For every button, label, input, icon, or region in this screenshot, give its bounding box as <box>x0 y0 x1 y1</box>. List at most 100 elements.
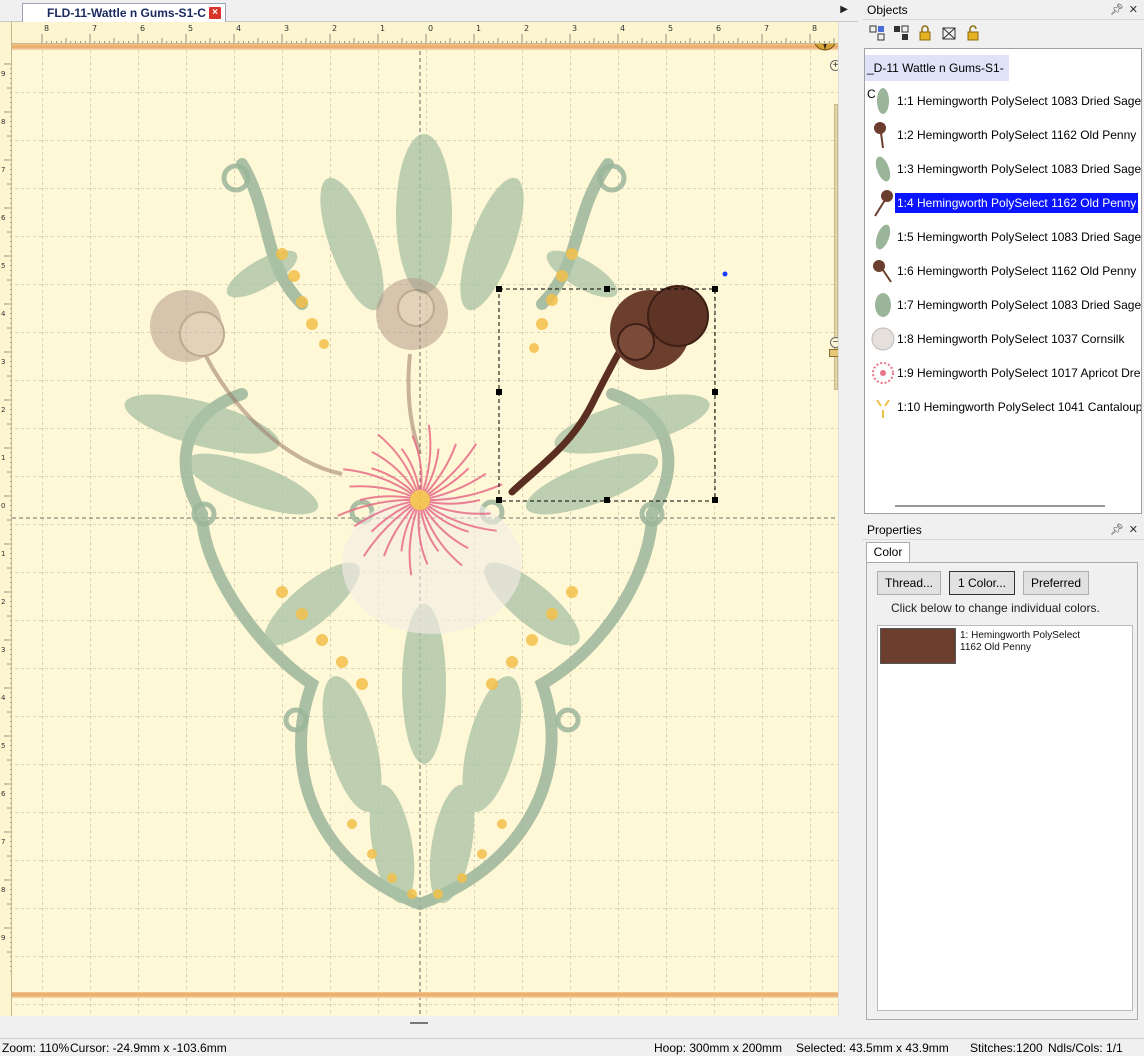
thread-button[interactable]: Thread... <box>877 571 941 595</box>
object-item[interactable]: 1:7 Hemingworth PolySelect 1083 Dried Sa… <box>871 289 1141 321</box>
object-item[interactable]: 1:1 Hemingworth PolySelect 1083 Dried Sa… <box>871 85 1141 117</box>
hoop-edge-top <box>12 44 838 50</box>
leaf-icon <box>877 88 889 114</box>
selection-handle[interactable] <box>604 497 610 503</box>
one-color-button[interactable]: 1 Color... <box>949 571 1015 595</box>
selection-handle[interactable] <box>496 286 502 292</box>
ruler-label: 7 <box>92 24 97 33</box>
object-item-selected[interactable]: 1:4 Hemingworth PolySelect 1162 Old Penn… <box>871 187 1141 219</box>
objects-pane-title: Objects 📌︎ ✕ <box>862 0 1144 20</box>
object-item[interactable]: 1:8 Hemingworth PolySelect 1037 Cornsilk <box>871 323 1141 355</box>
zoom-slider-thumb[interactable] <box>829 349 838 357</box>
color-properties: Thread... 1 Color... Preferred Click bel… <box>866 562 1138 1020</box>
document-tab-label: FLD-11-Wattle n Gums-S1-C * <box>47 6 214 20</box>
ruler-label: 9 <box>1 934 5 942</box>
document-area: FLD-11-Wattle n Gums-S1-C * × ▶ 8 7 6 5 4 3 2 1… <box>0 0 860 1038</box>
status-bar: Zoom: 110% Cursor: -24.9mm x -103.6mm Ho… <box>0 1038 1144 1056</box>
object-item-label: 1:2 Hemingworth PolySelect 1162 Old Penn… <box>897 128 1137 142</box>
object-item[interactable]: 1:6 Hemingworth PolySelect 1162 Old Penn… <box>871 255 1141 287</box>
wattle-icon <box>876 399 890 418</box>
rotate-handle[interactable] <box>722 271 728 277</box>
object-item[interactable]: 1:9 Hemingworth PolySelect 1017 Apricot … <box>871 357 1142 389</box>
unlock-icon[interactable] <box>964 24 982 42</box>
compass-icon[interactable]: N <box>812 44 838 52</box>
ruler-label: 5 <box>1 742 5 750</box>
color-hint: Click below to change individual colors. <box>891 601 1100 615</box>
ruler-label: 4 <box>620 24 625 33</box>
pin-icon[interactable]: 📌︎ <box>1110 520 1124 540</box>
close-icon[interactable]: × <box>209 7 221 19</box>
chevron-right-icon[interactable]: ▶ <box>840 4 848 15</box>
ruler-label: 3 <box>1 358 5 366</box>
objects-pane-title-label: Objects <box>867 3 908 17</box>
close-icon[interactable]: ✕ <box>1129 520 1138 540</box>
status-selected: Selected: 43.5mm x 43.9mm <box>796 1041 949 1055</box>
ruler-vertical: 9 8 7 6 5 4 3 2 1 0 1 2 3 4 5 6 7 8 9 <box>0 22 12 1016</box>
properties-pane: Properties 📌︎ ✕ Color Thread... 1 Color.… <box>862 520 1144 1038</box>
objects-tree[interactable]: _D-11 Wattle n Gums-S1-C 1:1 Hemingworth… <box>864 48 1142 514</box>
ruler-label: 3 <box>1 646 5 654</box>
pin-icon[interactable]: 📌︎ <box>1110 0 1124 20</box>
color-thread-line: 1: Hemingworth PolySelect <box>960 630 1081 641</box>
ruler-label: 0 <box>1 502 5 510</box>
properties-pane-title-label: Properties <box>867 523 922 537</box>
objects-scrollbar[interactable] <box>895 505 1105 507</box>
hide-icon[interactable] <box>940 24 958 42</box>
design-drawing[interactable] <box>12 44 838 1016</box>
horizontal-scrollbar[interactable] <box>0 1016 858 1038</box>
status-cursor: Cursor: -24.9mm x -103.6mm <box>70 1041 227 1055</box>
color-list[interactable]: 1: Hemingworth PolySelect 1162 Old Penny <box>877 625 1133 1011</box>
gumnut-icon <box>874 190 893 217</box>
ruler-label: 3 <box>572 24 577 33</box>
color-swatch-label: 1: Hemingworth PolySelect 1162 Old Penny <box>960 630 1130 654</box>
object-item[interactable]: 1:2 Hemingworth PolySelect 1162 Old Penn… <box>871 119 1141 151</box>
selection-handle[interactable] <box>712 389 718 395</box>
group-icon[interactable] <box>868 24 886 42</box>
selection-handle[interactable] <box>496 389 502 395</box>
color-thread-name: 1162 Old Penny <box>960 642 1031 653</box>
object-item[interactable]: 1:10 Hemingworth PolySelect 1041 Cantalo… <box>871 391 1141 423</box>
ruler-label: 6 <box>1 214 6 222</box>
ungroup-icon[interactable] <box>892 24 910 42</box>
ruler-label: 8 <box>1 886 5 894</box>
ruler-label: 6 <box>1 790 6 798</box>
ruler-label: 6 <box>716 24 721 33</box>
selection-handle[interactable] <box>604 286 610 292</box>
ruler-label: 7 <box>1 838 5 846</box>
preferred-button[interactable]: Preferred <box>1023 571 1089 595</box>
design-canvas[interactable]: + − N <box>12 44 838 1016</box>
objects-pane: Objects 📌︎ ✕ _D-11 Wattle n Gums-S1-C 1:… <box>862 0 1144 516</box>
close-icon[interactable]: ✕ <box>1129 0 1138 20</box>
document-tab[interactable]: FLD-11-Wattle n Gums-S1-C * × <box>22 3 226 22</box>
object-item-label: 1:9 Hemingworth PolySelect 1017 Apricot … <box>897 366 1142 380</box>
ruler-horizontal: 8 7 6 5 4 3 2 1 0 1 2 3 4 5 6 7 8 <box>12 22 838 44</box>
ruler-label: 2 <box>524 24 529 33</box>
zoom-out-icon[interactable]: − <box>830 337 838 348</box>
properties-tabs: Color <box>862 540 1144 562</box>
properties-pane-title: Properties 📌︎ ✕ <box>862 520 1144 540</box>
object-item[interactable]: 1:3 Hemingworth PolySelect 1083 Dried Sa… <box>871 153 1142 185</box>
hoop-edge-bottom <box>12 992 838 998</box>
scroll-grip[interactable] <box>410 1022 428 1024</box>
object-item-label: 1:3 Hemingworth PolySelect 1083 Dried Sa… <box>897 162 1142 176</box>
zoom-in-icon[interactable]: + <box>830 60 838 71</box>
document-tabbar: FLD-11-Wattle n Gums-S1-C * × ▶ <box>0 0 858 22</box>
color-swatch[interactable] <box>880 628 956 664</box>
lock-icon[interactable] <box>916 24 934 42</box>
vertical-scrollbar[interactable] <box>838 22 858 1016</box>
leaf-icon <box>875 224 891 250</box>
objects-tree-root[interactable]: _D-11 Wattle n Gums-S1-C <box>865 55 1009 101</box>
object-item[interactable]: 1:5 Hemingworth PolySelect 1083 Dried Sa… <box>871 221 1141 253</box>
selection-handle[interactable] <box>712 286 718 292</box>
ruler-horizontal-ticks: 8 7 6 5 4 3 2 1 0 1 2 3 4 5 6 7 8 <box>41 24 835 43</box>
selection-handle[interactable] <box>712 497 718 503</box>
tab-color[interactable]: Color <box>866 542 910 562</box>
embroidery-app: FLD-11-Wattle n Gums-S1-C * × ▶ 8 7 6 5 4 3 2 1… <box>0 0 1144 1056</box>
ruler-label: 1 <box>476 24 481 33</box>
ruler-label: 7 <box>1 166 5 174</box>
selection-handle[interactable] <box>496 497 502 503</box>
status-needles: Ndls/Cols: 1/1 <box>1048 1041 1123 1055</box>
status-stitches: Stitches:1200 <box>970 1041 1043 1055</box>
ruler-label: 4 <box>1 310 6 318</box>
cornsilk-icon <box>871 327 895 351</box>
